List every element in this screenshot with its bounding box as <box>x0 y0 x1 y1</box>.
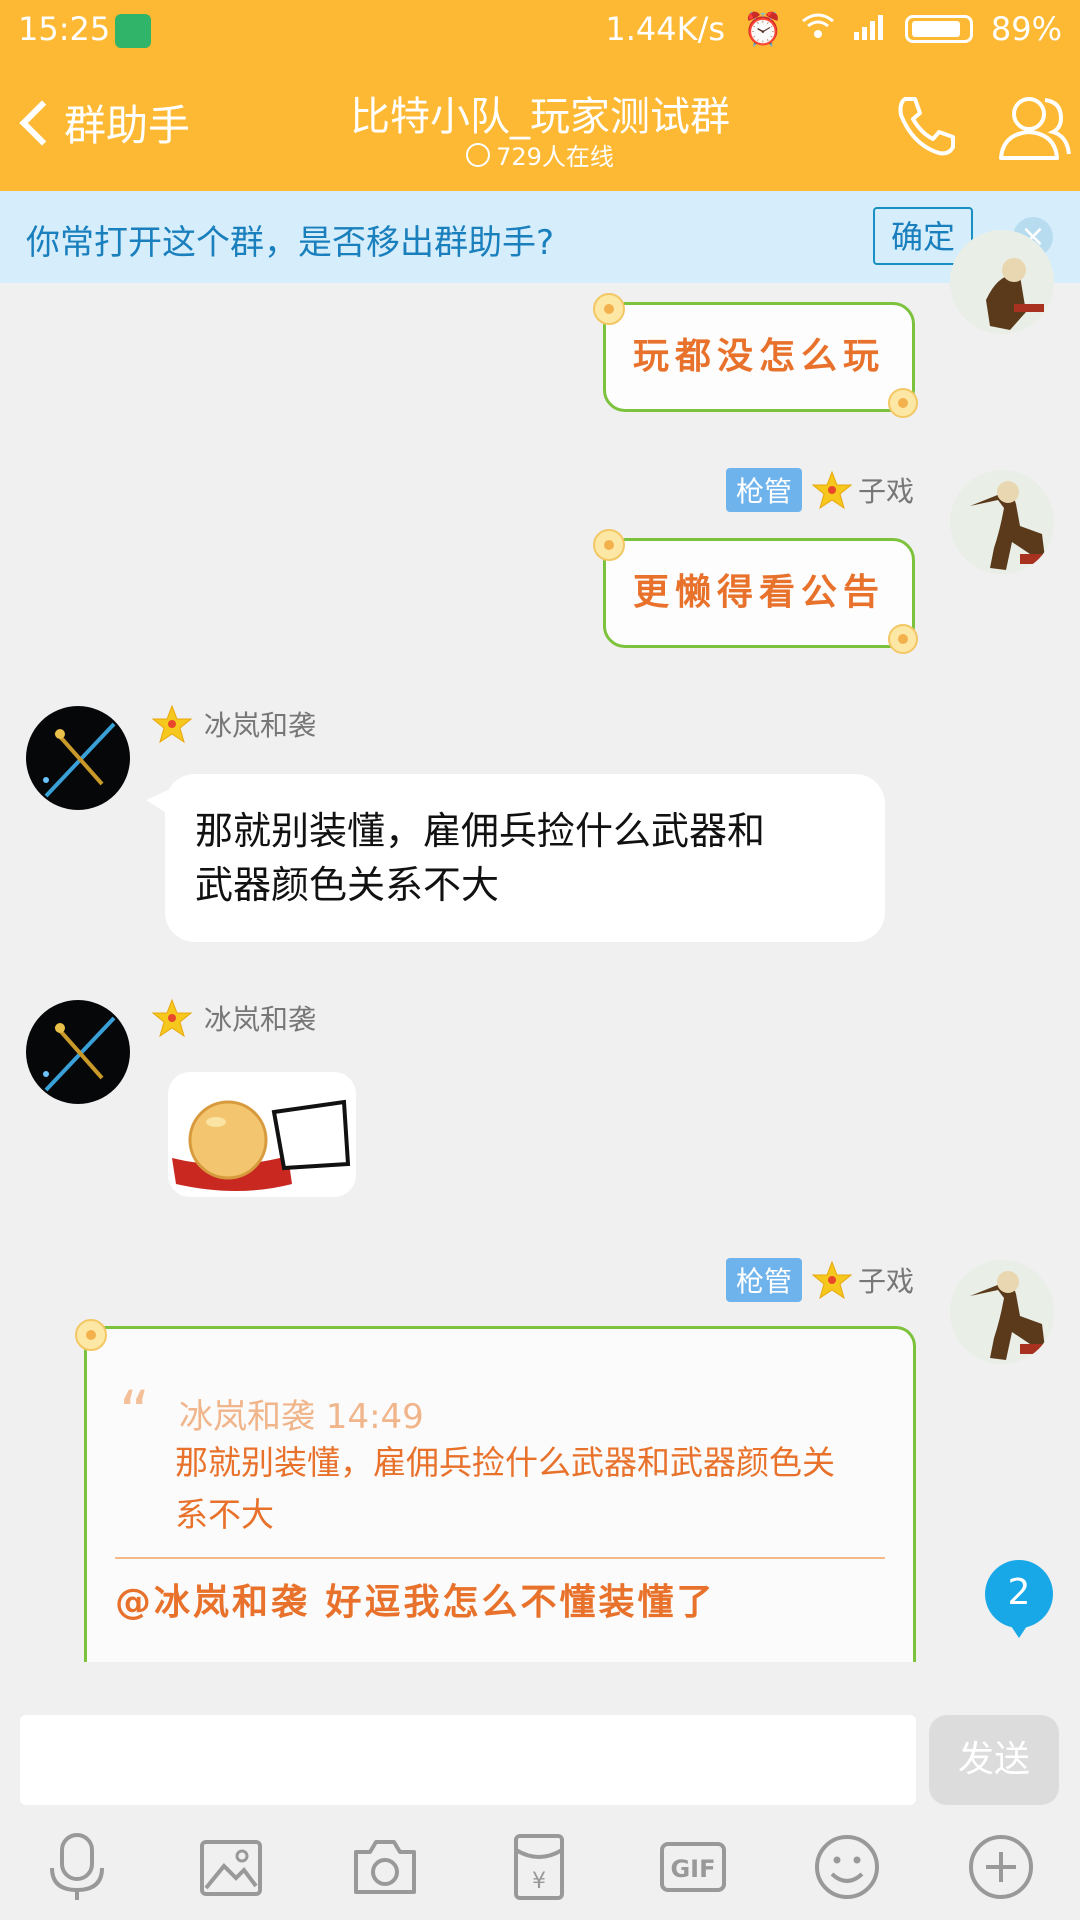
role-tag: 枪管 <box>726 1258 803 1302</box>
avatar[interactable] <box>950 1260 1054 1364</box>
mic-icon[interactable] <box>42 1832 112 1902</box>
network-speed: 1.44K/s <box>605 10 726 48</box>
avatar[interactable] <box>26 1000 130 1104</box>
wifi-icon <box>801 10 835 48</box>
group-members-icon[interactable] <box>995 92 1071 162</box>
flower-icon <box>72 1316 110 1354</box>
sticker-bubble[interactable]: 玩都没怎么玩 <box>603 302 915 412</box>
quote-author: 冰岚和袭 14:49 <box>179 1397 424 1437</box>
svg-text:GIF: GIF <box>670 1855 715 1883</box>
plus-icon[interactable] <box>966 1832 1036 1902</box>
image-message[interactable] <box>168 1072 356 1197</box>
avatar[interactable] <box>950 230 1054 334</box>
message-input[interactable] <box>20 1715 916 1805</box>
sender-name: 子戏 <box>858 1265 915 1298</box>
sender-row: 枪管 子戏 <box>726 1258 914 1302</box>
flower-icon <box>590 526 628 564</box>
gif-icon[interactable]: GIF <box>658 1832 728 1902</box>
reply-text: @冰岚和袭 好逗我怎么不懂装懂了 <box>115 1582 716 1623</box>
star-icon <box>151 998 193 1038</box>
notice-text: 你常打开这个群，是否移出群助手? <box>26 223 555 263</box>
star-icon <box>811 1260 853 1300</box>
image-icon[interactable] <box>196 1832 266 1902</box>
status-time: 15:25 <box>18 10 111 48</box>
avatar[interactable] <box>26 706 130 810</box>
sender-name: 冰岚和袭 <box>204 709 317 742</box>
online-text: 729人在线 <box>496 143 614 171</box>
message-text-line: 那就别装懂，雇佣兵捡什么武器和 <box>195 809 766 853</box>
sender-row: 枪管 子戏 <box>726 468 914 512</box>
sticker-bubble[interactable]: 更懒得看公告 <box>603 538 915 648</box>
emoji-icon[interactable] <box>812 1832 882 1902</box>
message-bubble[interactable]: 那就别装懂，雇佣兵捡什么武器和 武器颜色关系不大 <box>165 774 885 942</box>
quote-mark-icon: “ <box>119 1378 151 1448</box>
unread-badge[interactable]: 2 <box>985 1560 1053 1638</box>
role-tag: 枪管 <box>726 468 803 512</box>
alarm-icon: ⏰ <box>743 10 783 48</box>
phone-icon[interactable] <box>893 93 959 159</box>
status-bar: 15:25 1.44K/s ⏰ 89% <box>0 0 1080 62</box>
bubble-tail <box>146 790 168 814</box>
red-packet-icon[interactable]: ¥ <box>504 1832 574 1902</box>
flower-icon <box>590 290 628 328</box>
svg-text:¥: ¥ <box>532 1869 546 1894</box>
sender-row: 冰岚和袭 <box>151 704 317 744</box>
message-text-line: 武器颜色关系不大 <box>195 863 500 907</box>
flower-icon <box>884 384 922 422</box>
shield-icon <box>115 14 151 48</box>
star-icon <box>151 704 193 744</box>
camera-icon[interactable] <box>350 1832 420 1902</box>
avatar[interactable] <box>950 470 1054 574</box>
star-icon <box>811 470 853 510</box>
sender-name: 子戏 <box>858 475 915 508</box>
sender-name: 冰岚和袭 <box>204 1003 317 1036</box>
battery-icon <box>904 15 973 43</box>
quote-text-line: 那就别装懂，雇佣兵捡什么武器和武器颜色关 <box>175 1443 835 1482</box>
quote-text-line: 系不大 <box>175 1495 274 1534</box>
battery-percent: 89% <box>990 10 1062 48</box>
send-button[interactable]: 发送 <box>929 1715 1059 1805</box>
quote-divider <box>115 1557 885 1559</box>
status-right: 1.44K/s ⏰ 89% <box>605 10 1062 48</box>
sender-row: 冰岚和袭 <box>151 998 317 1038</box>
online-icon <box>466 143 491 167</box>
quote-reply-bubble[interactable]: “ 冰岚和袭 14:49 那就别装懂，雇佣兵捡什么武器和武器颜色关 系不大 @冰… <box>84 1326 916 1662</box>
signal-icon <box>853 10 887 48</box>
flower-icon <box>884 620 922 658</box>
